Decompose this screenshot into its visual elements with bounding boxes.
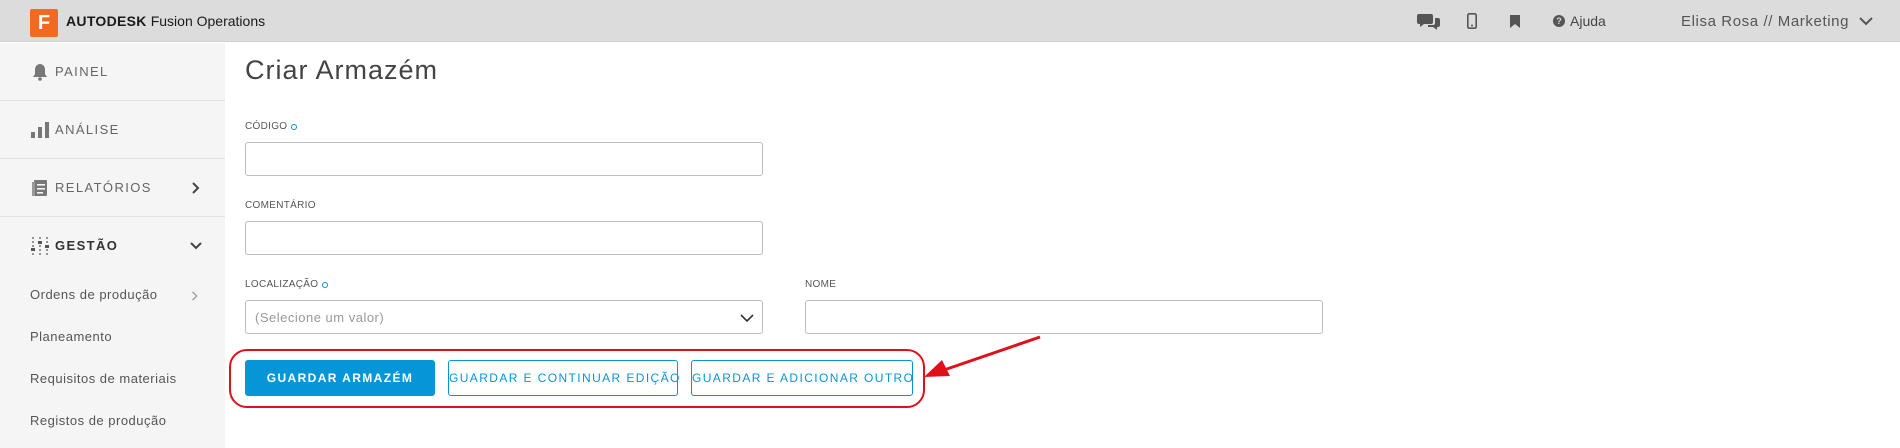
required-icon <box>291 123 298 130</box>
sidebar-item-painel[interactable]: PAINEL <box>0 43 225 100</box>
sidebar-subitem-registos[interactable]: Registos de produção <box>30 413 166 428</box>
report-icon <box>30 178 50 198</box>
brand-name: AUTODESK <box>66 13 147 29</box>
required-icon <box>322 281 329 288</box>
localizacao-placeholder: (Selecione um valor) <box>255 309 385 325</box>
sidebar: PAINEL ANÁLISE RELATÓRIOS GESTÃO Ordens … <box>0 43 225 448</box>
sidebar-subitem-planeamento[interactable]: Planeamento <box>30 329 112 344</box>
annotation-arrow-icon <box>924 335 1041 377</box>
top-bar: F AUTODESK Fusion Operations ? Ajuda Elis… <box>0 0 1900 42</box>
comentario-input[interactable] <box>245 221 763 255</box>
brand: AUTODESK Fusion Operations <box>66 13 265 29</box>
sidebar-subitem-ordens[interactable]: Ordens de produção <box>30 287 158 302</box>
user-menu[interactable]: Elisa Rosa // Marketing <box>1681 13 1873 30</box>
user-label: Elisa Rosa // Marketing <box>1681 13 1850 30</box>
page-title: Criar Armazém <box>245 55 439 85</box>
save-continue-button[interactable]: GUARDAR E CONTINUAR EDIÇÃO <box>448 360 679 396</box>
sidebar-subitem-requisitos[interactable]: Requisitos de materiais <box>30 371 177 386</box>
help-icon: ? <box>1553 15 1565 27</box>
sidebar-item-label: ANÁLISE <box>55 122 120 137</box>
comentario-label: COMENTÁRIO <box>245 200 316 211</box>
sidebar-item-label: GESTÃO <box>55 238 119 253</box>
codigo-label: CÓDIGO <box>245 121 298 132</box>
sidebar-item-relatorios[interactable]: RELATÓRIOS <box>0 159 225 216</box>
help-link[interactable]: ? Ajuda <box>1553 13 1606 29</box>
codigo-label-text: CÓDIGO <box>245 121 288 132</box>
localizacao-select[interactable]: (Selecione um valor) <box>245 300 763 334</box>
chevron-right-icon <box>190 181 202 194</box>
nome-input[interactable] <box>805 300 1323 334</box>
sidebar-item-label: RELATÓRIOS <box>55 180 152 195</box>
codigo-input[interactable] <box>245 142 763 176</box>
nome-label-text: NOME <box>805 279 837 290</box>
localizacao-label: LOCALIZAÇÃO <box>245 279 329 290</box>
bar-chart-icon <box>30 120 50 140</box>
comentario-label-text: COMENTÁRIO <box>245 200 316 211</box>
chevron-right-icon <box>192 291 198 301</box>
save-add-button[interactable]: GUARDAR E ADICIONAR OUTRO <box>691 360 913 396</box>
help-label: Ajuda <box>1570 13 1606 29</box>
mobile-icon[interactable] <box>1466 11 1478 31</box>
product-name: Fusion Operations <box>150 13 266 29</box>
sidebar-item-gestao[interactable]: GESTÃO <box>0 217 225 274</box>
logo-icon: F <box>30 9 58 37</box>
bell-icon <box>30 62 50 82</box>
chevron-down-icon <box>740 314 754 323</box>
localizacao-label-text: LOCALIZAÇÃO <box>245 279 319 290</box>
chevron-down-icon <box>1859 17 1873 26</box>
chat-icon[interactable] <box>1417 11 1441 31</box>
chevron-down-icon <box>190 240 202 252</box>
nome-label: NOME <box>805 279 836 290</box>
sliders-icon <box>30 236 50 256</box>
save-button[interactable]: GUARDAR ARMAZÉM <box>245 360 435 396</box>
sidebar-item-label: PAINEL <box>55 64 109 79</box>
sidebar-item-analise[interactable]: ANÁLISE <box>0 101 225 158</box>
bookmark-icon[interactable] <box>1509 11 1521 31</box>
